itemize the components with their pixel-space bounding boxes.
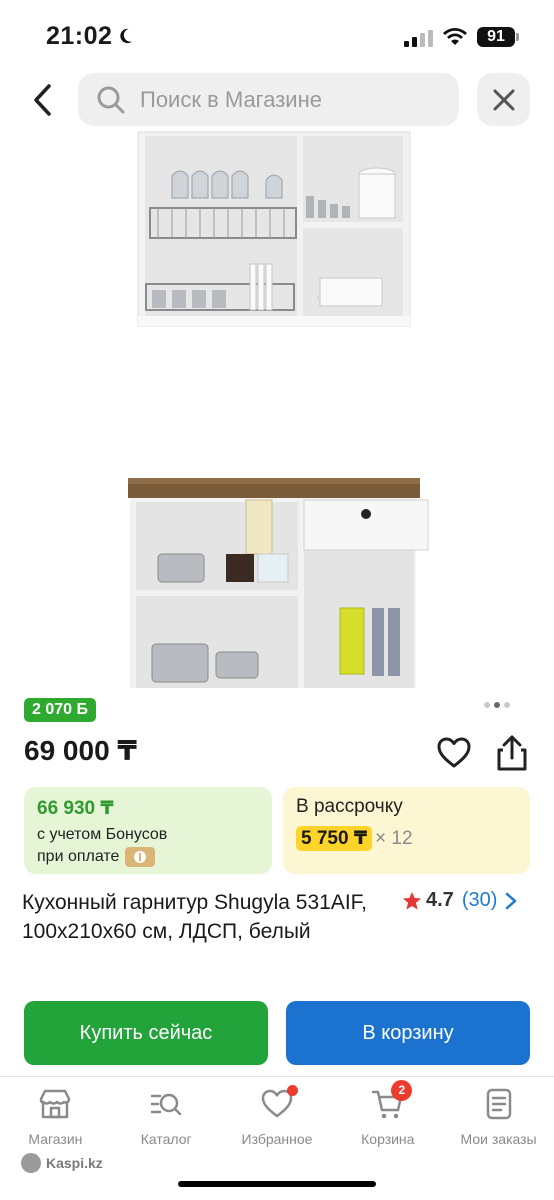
cellular-signal-icon (404, 30, 433, 47)
close-button[interactable] (477, 73, 530, 126)
bonus-price-note-2: при оплате (37, 847, 259, 867)
catalog-search-icon (150, 1093, 182, 1116)
pager-dot (504, 702, 510, 708)
wifi-icon (443, 28, 467, 45)
home-indicator[interactable] (178, 1181, 376, 1187)
pager-dot-active (494, 702, 500, 708)
tabbar-divider (0, 1076, 554, 1077)
chevron-right-icon (506, 892, 517, 909)
installment-amount: 5 750 ₸ (296, 826, 373, 851)
product-image[interactable] (0, 130, 554, 690)
store-icon (40, 1089, 71, 1119)
tab-catalog[interactable]: Каталог (111, 1084, 222, 1154)
tab-orders[interactable]: Мои заказы (443, 1084, 554, 1154)
bottom-tab-bar: Магазин Каталог Избранное 2 Корзина Мои … (0, 1080, 554, 1154)
back-button[interactable] (22, 78, 62, 122)
orders-icon (486, 1088, 511, 1120)
product-price: 69 000 ₸ (24, 735, 137, 766)
buy-now-button[interactable]: Купить сейчас (24, 1001, 268, 1065)
heart-icon[interactable] (436, 735, 472, 771)
battery-level: 91 (477, 27, 515, 47)
tab-store-label: Магазин (28, 1131, 83, 1147)
share-icon[interactable] (494, 733, 530, 773)
tab-catalog-label: Каталог (140, 1131, 192, 1147)
status-bar: 21:02 91 (0, 0, 554, 72)
installment-card[interactable]: В рассрочку 5 750 ₸ × 12 (283, 787, 530, 874)
tab-favorites-label: Избранное (241, 1131, 313, 1147)
pager-dot (484, 702, 490, 708)
battery-tip (516, 33, 519, 41)
installment-title: В рассрочку (296, 796, 403, 817)
product-rating[interactable]: 4.7 (30) (402, 889, 517, 912)
kaspi-brand-text: Kaspi.kz (46, 1155, 103, 1171)
tab-favorites[interactable]: Избранное (222, 1084, 333, 1154)
tab-cart-label: Корзина (361, 1131, 415, 1147)
bonus-price-value: 66 930 ₸ (37, 798, 114, 819)
product-title: Кухонный гарнитур Shugyla 531AIF, 100x21… (22, 891, 367, 943)
star-icon (403, 891, 421, 909)
tab-store[interactable]: Магазин (0, 1084, 111, 1154)
bonus-badge: 2 070 Б (24, 698, 96, 722)
favorites-notification-dot (286, 1085, 298, 1096)
kaspi-gold-card-icon (125, 847, 156, 867)
add-to-cart-button[interactable]: В корзину (286, 1001, 530, 1065)
bonus-price-note-2-text: при оплате (37, 848, 120, 865)
bonus-price-note: с учетом Бонусов (37, 826, 168, 843)
rating-value: 4.7 (426, 889, 454, 911)
bonus-price-card[interactable]: 66 930 ₸ с учетом Бонусов при оплате (24, 787, 272, 874)
moon-icon (120, 28, 133, 44)
search-bar[interactable] (78, 73, 459, 126)
installment-multiplier: × 12 (375, 827, 413, 849)
kaspi-brand: Kaspi.kz (21, 1153, 103, 1173)
tab-cart[interactable]: 2 Корзина (332, 1080, 443, 1154)
close-icon (493, 89, 514, 110)
status-time: 21:02 (46, 22, 113, 50)
kaspi-logo-icon (21, 1153, 41, 1173)
tab-orders-label: Мои заказы (460, 1131, 537, 1147)
reviews-count[interactable]: (30) (462, 889, 498, 912)
cart-count-badge: 2 (391, 1080, 413, 1101)
search-input[interactable] (140, 86, 440, 113)
search-icon (97, 86, 125, 113)
image-pager (484, 702, 510, 708)
chevron-left-icon (34, 84, 51, 116)
